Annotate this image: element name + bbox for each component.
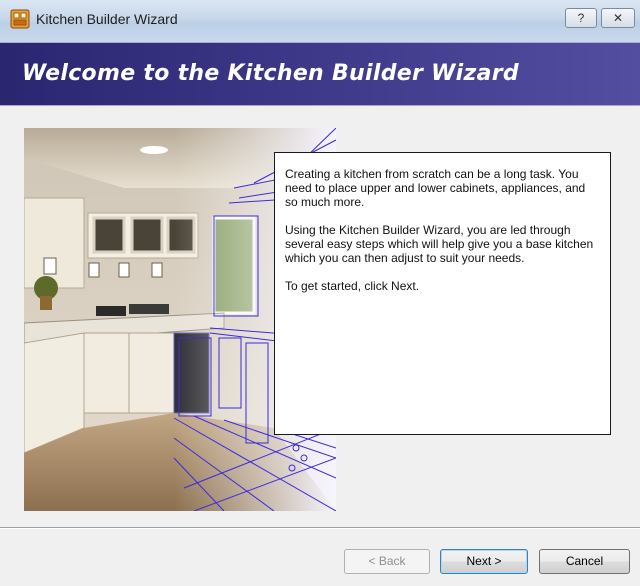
help-button[interactable]: ? xyxy=(565,8,597,28)
intro-paragraph-3: To get started, click Next. xyxy=(285,279,420,293)
banner-title: Welcome to the Kitchen Builder Wizard xyxy=(22,61,519,86)
cancel-button[interactable]: Cancel xyxy=(539,549,630,574)
close-icon: ✕ xyxy=(612,11,624,25)
next-button[interactable]: Next > xyxy=(440,549,528,574)
header-banner: Welcome to the Kitchen Builder Wizard xyxy=(0,43,640,106)
intro-paragraph-2: Using the Kitchen Builder Wizard, you ar… xyxy=(285,223,594,265)
wizard-window: Kitchen Builder Wizard ? ✕ Welcome to th… xyxy=(0,0,640,586)
window-title: Kitchen Builder Wizard xyxy=(36,11,178,27)
close-button[interactable]: ✕ xyxy=(601,8,635,28)
intro-paragraph-1: Creating a kitchen from scratch can be a… xyxy=(285,167,586,209)
kitchen-app-icon xyxy=(10,9,30,29)
intro-text-box: Creating a kitchen from scratch can be a… xyxy=(274,152,611,435)
title-bar[interactable]: Kitchen Builder Wizard ? ✕ xyxy=(0,0,640,43)
button-divider xyxy=(0,527,640,529)
back-button[interactable]: < Back xyxy=(344,549,430,574)
